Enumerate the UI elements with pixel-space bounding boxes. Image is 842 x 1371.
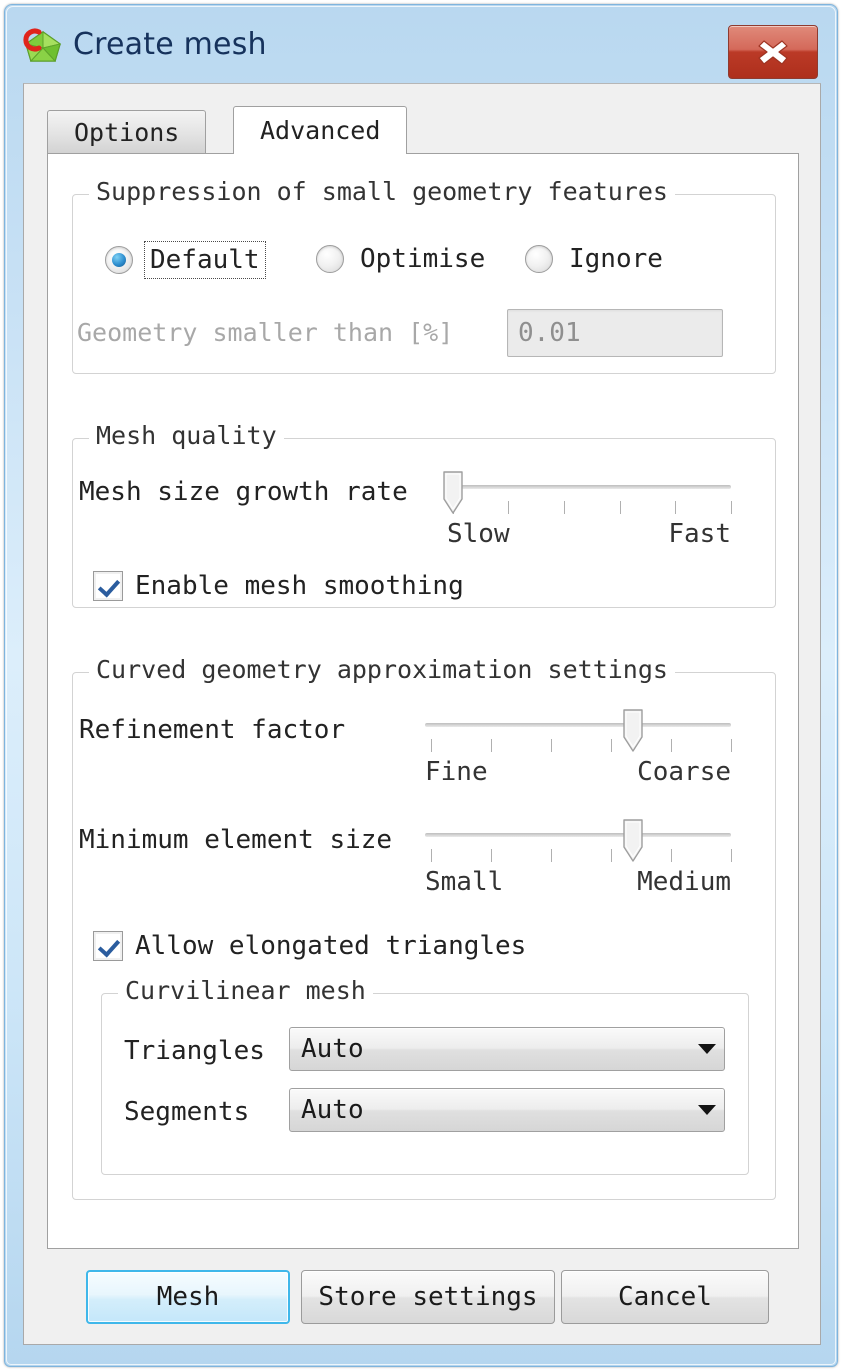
radio-optimise[interactable]: Optimise — [316, 241, 490, 277]
growth-rate-ticks — [447, 501, 732, 515]
dialog-client: Options Advanced Suppression of small ge… — [23, 83, 821, 1345]
threshold-input[interactable]: 0.01 — [507, 309, 723, 357]
tab-advanced[interactable]: Advanced — [233, 106, 408, 154]
suppression-radio-group: Default Optimise Ignore — [73, 241, 777, 291]
tab-options[interactable]: Options — [47, 110, 207, 154]
checkbox-allow-elongated[interactable]: Allow elongated triangles — [93, 931, 526, 961]
group-suppression-title: Suppression of small geometry features — [89, 177, 675, 206]
radio-ignore[interactable]: Ignore — [525, 241, 668, 277]
dialog-window: Create mesh Options Advanced Suppression… — [4, 4, 838, 1367]
min-element-label: Minimum element size — [79, 825, 393, 855]
radio-ignore-label: Ignore — [569, 244, 663, 274]
mesh-button[interactable]: Mesh — [86, 1270, 290, 1324]
min-element-ticks — [425, 849, 732, 863]
radio-default[interactable]: Default — [105, 241, 266, 279]
chevron-down-icon — [690, 1105, 724, 1115]
radio-default-indicator — [105, 246, 133, 274]
group-curvilinear-mesh: Curvilinear mesh Triangles Auto Segments… — [101, 976, 749, 1175]
combo-segments[interactable]: Auto — [289, 1088, 725, 1132]
tab-panel-advanced: Suppression of small geometry features D… — [47, 153, 799, 1249]
checkbox-allow-elongated-label: Allow elongated triangles — [135, 931, 527, 961]
group-curved-geometry-title: Curved geometry approximation settings — [89, 655, 675, 684]
title-bar[interactable]: Create mesh — [5, 5, 839, 85]
growth-rate-max-label: Fast — [668, 519, 731, 549]
checkbox-enable-smoothing-box — [93, 571, 123, 601]
checkbox-allow-elongated-box — [93, 931, 123, 961]
min-element-min-label: Small — [425, 867, 504, 897]
refinement-label: Refinement factor — [79, 715, 346, 745]
growth-rate-slider[interactable]: Slow Fast — [442, 471, 732, 575]
min-element-track[interactable] — [425, 833, 731, 837]
radio-optimise-indicator — [316, 245, 344, 273]
threshold-label: Geometry smaller than [%] — [77, 318, 454, 347]
combo-triangles-label: Triangles — [124, 1036, 265, 1066]
combo-triangles-value: Auto — [301, 1034, 364, 1064]
radio-default-label: Default — [144, 241, 266, 279]
min-element-handle[interactable] — [622, 819, 644, 863]
cancel-button[interactable]: Cancel — [561, 1270, 769, 1324]
refinement-min-label: Fine — [425, 757, 488, 787]
group-mesh-quality-title: Mesh quality — [89, 421, 284, 450]
group-curvilinear-mesh-title: Curvilinear mesh — [118, 976, 373, 1005]
checkbox-enable-smoothing-label: Enable mesh smoothing — [135, 571, 464, 601]
group-mesh-quality: Mesh quality Mesh size growth rate Slow … — [72, 421, 776, 608]
min-element-max-label: Medium — [637, 867, 731, 897]
refinement-max-label: Coarse — [637, 757, 731, 787]
group-suppression: Suppression of small geometry features D… — [72, 177, 777, 374]
group-curved-geometry: Curved geometry approximation settings R… — [72, 655, 776, 1200]
store-settings-button[interactable]: Store settings — [301, 1270, 555, 1324]
combo-segments-value: Auto — [301, 1095, 364, 1125]
window-title: Create mesh — [73, 27, 267, 62]
growth-rate-handle[interactable] — [442, 471, 464, 515]
radio-ignore-indicator — [525, 245, 553, 273]
growth-rate-track[interactable] — [447, 485, 731, 489]
min-element-slider[interactable]: Small Medium — [425, 819, 732, 923]
refinement-slider[interactable]: Fine Coarse — [425, 709, 732, 813]
refinement-handle[interactable] — [622, 709, 644, 753]
chevron-down-icon — [690, 1044, 724, 1054]
growth-rate-min-label: Slow — [447, 519, 510, 549]
tab-strip: Options Advanced — [47, 106, 799, 154]
close-button[interactable] — [728, 25, 818, 79]
refinement-track[interactable] — [425, 723, 731, 727]
combo-triangles[interactable]: Auto — [289, 1027, 725, 1071]
combo-segments-label: Segments — [124, 1097, 250, 1127]
mesh-gem-icon — [22, 27, 64, 69]
checkbox-enable-smoothing[interactable]: Enable mesh smoothing — [93, 571, 464, 601]
close-icon — [758, 40, 788, 65]
radio-optimise-label: Optimise — [360, 244, 486, 274]
growth-rate-label: Mesh size growth rate — [79, 477, 408, 507]
refinement-ticks — [425, 739, 732, 753]
dialog-footer: Mesh Store settings Cancel — [24, 1248, 822, 1344]
